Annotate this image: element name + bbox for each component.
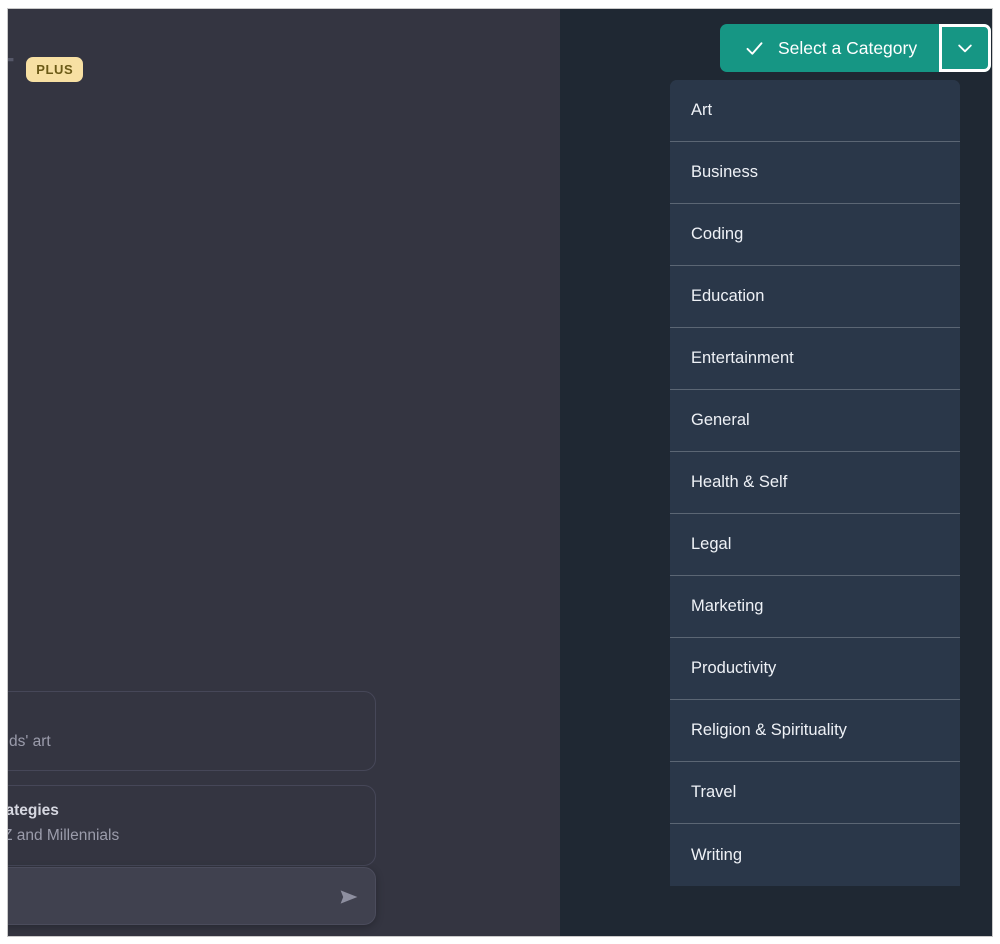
- category-option-business[interactable]: Business: [670, 142, 960, 204]
- category-dropdown-list[interactable]: Art Business Coding Education Entertainm…: [670, 80, 960, 886]
- browser-viewport: T PLUS ive me ideas or what to do with m…: [8, 9, 992, 936]
- category-option-travel[interactable]: Travel: [670, 762, 960, 824]
- check-icon: [746, 41, 763, 55]
- suggestion-title: ompare marketing strategies: [8, 802, 59, 820]
- category-dropdown-toggle[interactable]: [939, 24, 992, 72]
- extension-side-pane: Select a Category Art Business Coding Ed…: [560, 9, 992, 936]
- select-category-button[interactable]: Select a Category: [720, 24, 940, 72]
- category-option-religion-and-spirituality[interactable]: Religion & Spirituality: [670, 700, 960, 762]
- category-selector-group: Select a Category: [720, 24, 992, 72]
- message-composer[interactable]: [8, 867, 376, 925]
- category-option-productivity[interactable]: Productivity: [670, 638, 960, 700]
- category-option-education[interactable]: Education: [670, 266, 960, 328]
- select-category-label: Select a Category: [778, 37, 918, 58]
- send-arrow-icon[interactable]: [337, 885, 361, 909]
- chevron-down-icon: [958, 44, 972, 53]
- suggestion-card[interactable]: ive me ideas or what to do with my kids'…: [8, 691, 376, 772]
- category-option-coding[interactable]: Coding: [670, 204, 960, 266]
- category-option-entertainment[interactable]: Entertainment: [670, 328, 960, 390]
- page-title: T: [8, 55, 14, 84]
- suggestion-subtitle: or sunglasses for Gen Z and Millennials: [8, 827, 120, 845]
- suggestion-subtitle: or what to do with my kids' art: [8, 732, 51, 750]
- suggestion-title: ive me ideas: [8, 707, 357, 728]
- category-option-writing[interactable]: Writing: [670, 824, 960, 886]
- chatgpt-main-pane: T PLUS ive me ideas or what to do with m…: [8, 9, 560, 936]
- category-option-marketing[interactable]: Marketing: [670, 576, 960, 638]
- category-option-health-and-self[interactable]: Health & Self: [670, 452, 960, 514]
- category-option-general[interactable]: General: [670, 390, 960, 452]
- screenshot-frame: T PLUS ive me ideas or what to do with m…: [0, 0, 1000, 944]
- app-title-row: T PLUS: [8, 55, 84, 84]
- suggestion-card-list: ive me ideas or what to do with my kids'…: [8, 691, 376, 880]
- plus-plan-badge: PLUS: [26, 57, 84, 82]
- suggestion-card[interactable]: ompare marketing strategies or sunglasse…: [8, 785, 376, 866]
- category-option-art[interactable]: Art: [670, 80, 960, 142]
- category-option-legal[interactable]: Legal: [670, 514, 960, 576]
